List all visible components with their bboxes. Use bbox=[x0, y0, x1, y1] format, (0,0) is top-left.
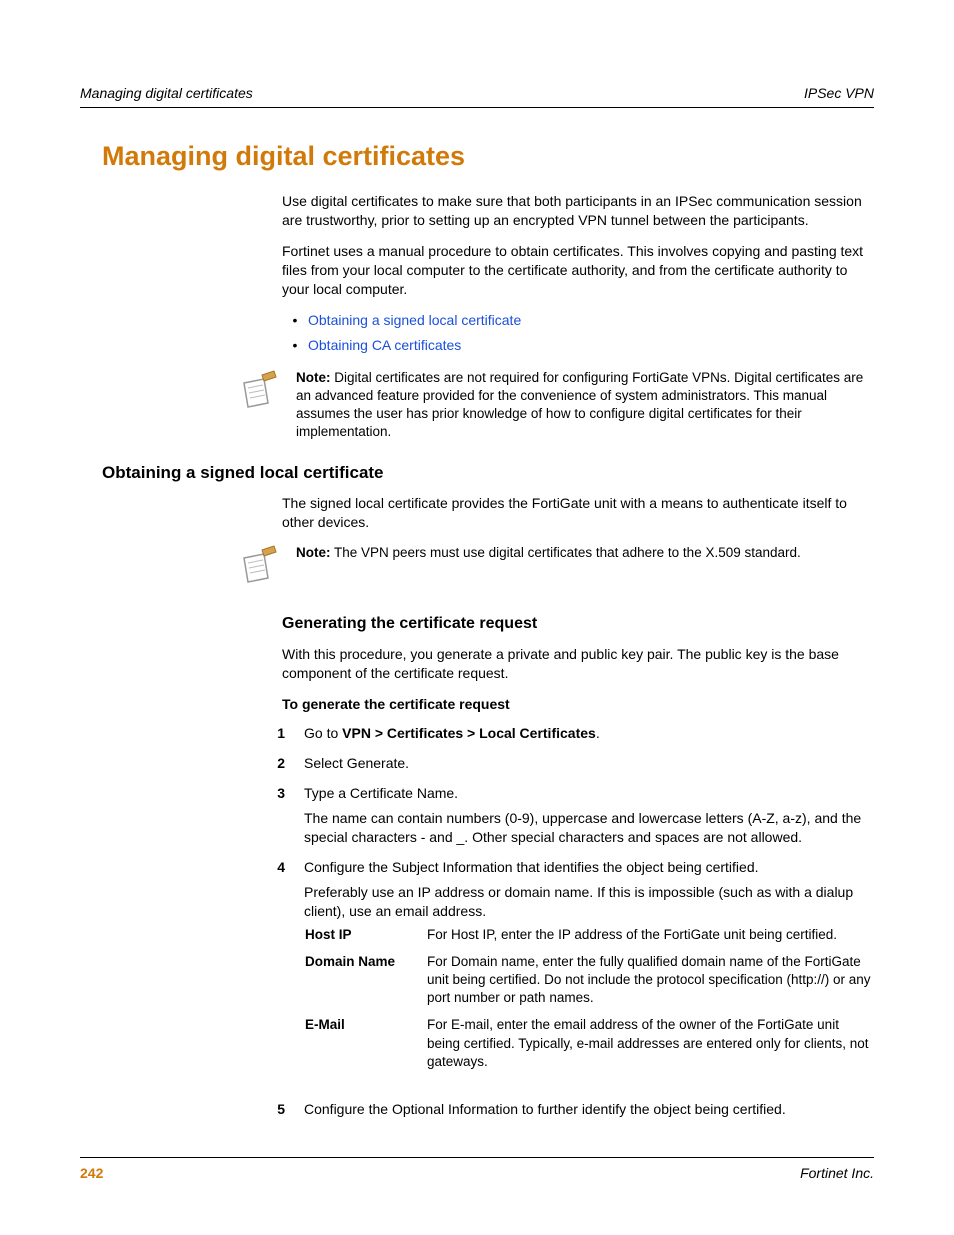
note-body: The VPN peers must use digital certifica… bbox=[331, 545, 801, 560]
note-paper-pencil-icon bbox=[236, 544, 280, 593]
note-body: Digital certificates are not required fo… bbox=[296, 370, 863, 440]
subsubheading-generating-cert-request: Generating the certificate request bbox=[282, 613, 874, 635]
page-number: 242 bbox=[80, 1164, 103, 1183]
table-row: Host IP For Host IP, enter the IP addres… bbox=[304, 925, 873, 952]
step-text: Configure the Subject Information that i… bbox=[303, 857, 874, 1099]
note-block: Note: The VPN peers must use digital cer… bbox=[236, 544, 874, 593]
field-label: E-Mail bbox=[304, 1015, 426, 1079]
step-number: 4 bbox=[242, 857, 303, 1099]
subject-info-table: Host IP For Host IP, enter the IP addres… bbox=[304, 925, 873, 1080]
step-text: Type a Certificate Name. The name can co… bbox=[303, 783, 874, 857]
link-obtaining-ca-certs[interactable]: Obtaining CA certificates bbox=[308, 337, 461, 353]
field-label: Domain Name bbox=[304, 952, 426, 1016]
nav-path: VPN > Certificates > Local Certificates bbox=[342, 725, 596, 741]
step-row: 3 Type a Certificate Name. The name can … bbox=[242, 783, 874, 857]
link-obtaining-signed-local-cert[interactable]: Obtaining a signed local certificate bbox=[308, 312, 521, 328]
intro-paragraph-1: Use digital certificates to make sure th… bbox=[282, 192, 874, 230]
company-name: Fortinet Inc. bbox=[800, 1164, 874, 1183]
step-number: 2 bbox=[242, 753, 303, 783]
document-page: Managing digital certificates IPSec VPN … bbox=[0, 0, 954, 1235]
note-text: Note: The VPN peers must use digital cer… bbox=[296, 544, 801, 562]
note-paper-pencil-icon bbox=[236, 369, 280, 418]
running-header: Managing digital certificates IPSec VPN bbox=[80, 84, 874, 108]
field-description: For Host IP, enter the IP address of the… bbox=[426, 925, 873, 952]
note-label: Note: bbox=[296, 545, 331, 560]
note-text: Note: Digital certificates are not requi… bbox=[296, 369, 874, 442]
header-left: Managing digital certificates bbox=[80, 84, 253, 103]
field-description: For E-mail, enter the email address of t… bbox=[426, 1015, 873, 1079]
list-item: Obtaining CA certificates bbox=[282, 336, 874, 355]
step-number: 5 bbox=[242, 1099, 303, 1129]
header-right: IPSec VPN bbox=[804, 84, 874, 103]
step-text: Go to VPN > Certificates > Local Certifi… bbox=[303, 723, 874, 753]
step-number: 3 bbox=[242, 783, 303, 857]
step-row: 2 Select Generate. bbox=[242, 753, 874, 783]
table-row: E-Mail For E-mail, enter the email addre… bbox=[304, 1015, 873, 1079]
step-row: 5 Configure the Optional Information to … bbox=[242, 1099, 874, 1129]
content-area: Managing digital certificates Use digita… bbox=[102, 84, 874, 1129]
note-label: Note: bbox=[296, 370, 331, 385]
section-paragraph: The signed local certificate provides th… bbox=[282, 494, 874, 532]
note-block: Note: Digital certificates are not requi… bbox=[236, 369, 874, 442]
table-row: Domain Name For Domain name, enter the f… bbox=[304, 952, 873, 1016]
field-label: Host IP bbox=[304, 925, 426, 952]
subheading-obtaining-signed-local-cert: Obtaining a signed local certificate bbox=[102, 462, 874, 485]
page-title: Managing digital certificates bbox=[102, 138, 874, 174]
procedure-steps: 1 Go to VPN > Certificates > Local Certi… bbox=[242, 723, 874, 1129]
field-description: For Domain name, enter the fully qualifi… bbox=[426, 952, 873, 1016]
section-paragraph: With this procedure, you generate a priv… bbox=[282, 645, 874, 683]
step-text: Configure the Optional Information to fu… bbox=[303, 1099, 874, 1129]
page-footer: 242 Fortinet Inc. bbox=[80, 1157, 874, 1183]
procedure-title: To generate the certificate request bbox=[282, 695, 874, 714]
list-item: Obtaining a signed local certificate bbox=[282, 311, 874, 330]
toc-links: Obtaining a signed local certificate Obt… bbox=[282, 311, 874, 355]
intro-paragraph-2: Fortinet uses a manual procedure to obta… bbox=[282, 242, 874, 299]
step-row: 1 Go to VPN > Certificates > Local Certi… bbox=[242, 723, 874, 753]
step-row: 4 Configure the Subject Information that… bbox=[242, 857, 874, 1099]
step-text: Select Generate. bbox=[303, 753, 874, 783]
step-number: 1 bbox=[242, 723, 303, 753]
